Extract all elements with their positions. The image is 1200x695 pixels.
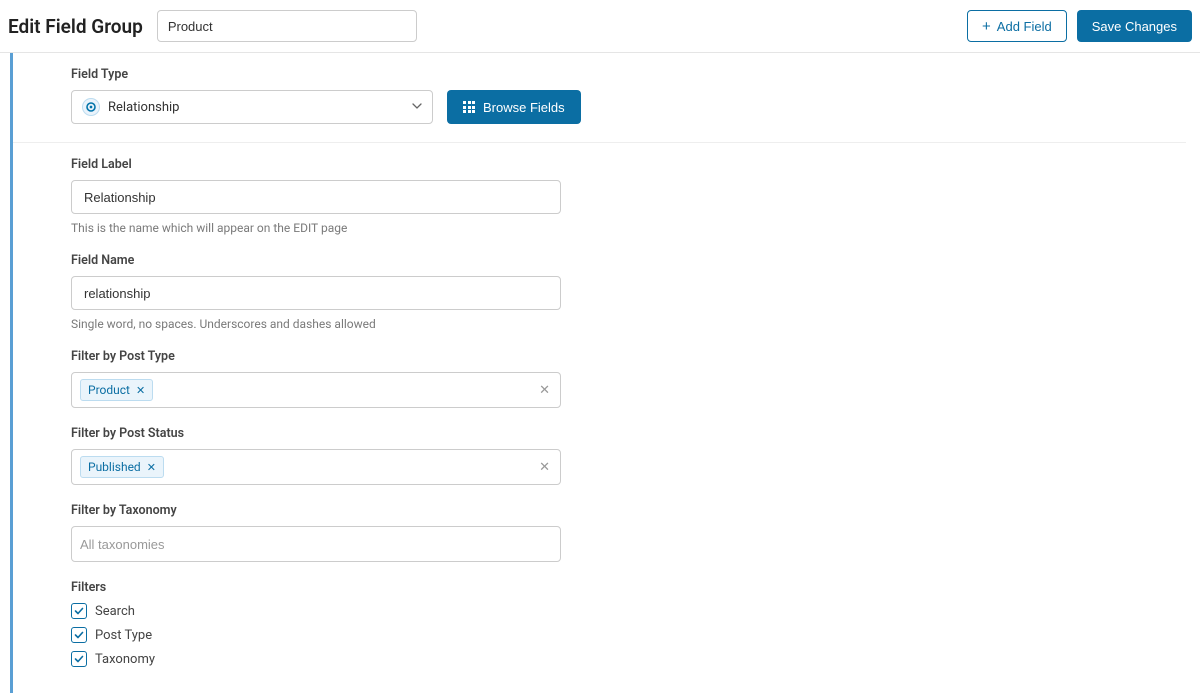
clear-post-type-icon[interactable]: ✕ — [539, 383, 550, 398]
field-type-selected: Relationship — [108, 100, 404, 115]
save-changes-label: Save Changes — [1092, 19, 1177, 34]
filter-taxonomy-placeholder[interactable] — [80, 537, 552, 552]
add-field-button[interactable]: + Add Field — [967, 10, 1067, 42]
field-label-input[interactable] — [71, 180, 561, 214]
chevron-down-icon — [412, 101, 422, 114]
field-name-input[interactable] — [71, 276, 561, 310]
remove-tag-icon[interactable]: ✕ — [147, 461, 156, 474]
filter-post-status-label: Filter by Post Status — [71, 426, 1186, 441]
filter-item-label: Search — [95, 604, 135, 619]
filter-check-taxonomy: Taxonomy — [71, 651, 1186, 667]
filter-item-label: Taxonomy — [95, 652, 155, 667]
browse-fields-button[interactable]: Browse Fields — [447, 90, 581, 124]
checkbox-post-type[interactable] — [71, 627, 87, 643]
filter-post-status-input[interactable]: Published ✕ ✕ — [71, 449, 561, 485]
filter-post-status-section: Filter by Post Status Published ✕ ✕ — [13, 416, 1186, 493]
filter-check-post-type: Post Type — [71, 627, 1186, 643]
filter-taxonomy-input[interactable] — [71, 526, 561, 562]
filter-post-type-label: Filter by Post Type — [71, 349, 1186, 364]
group-name-input[interactable] — [157, 10, 417, 42]
tag-label: Published — [88, 460, 141, 474]
page-title: Edit Field Group — [8, 15, 143, 38]
tag-post-status: Published ✕ — [80, 456, 164, 478]
grid-icon — [463, 101, 475, 113]
filter-item-label: Post Type — [95, 628, 152, 643]
field-type-section: Field Type Relationship — [13, 53, 1186, 143]
browse-fields-label: Browse Fields — [483, 100, 565, 115]
tag-post-type: Product ✕ — [80, 379, 153, 401]
field-name-heading: Field Name — [71, 253, 1186, 268]
field-type-label: Field Type — [71, 67, 1186, 82]
field-label-heading: Field Label — [71, 157, 1186, 172]
field-name-help: Single word, no spaces. Underscores and … — [71, 317, 1186, 331]
filter-post-type-section: Filter by Post Type Product ✕ ✕ — [13, 339, 1186, 416]
header-actions: + Add Field Save Changes — [967, 10, 1192, 42]
remove-tag-icon[interactable]: ✕ — [136, 384, 145, 397]
filter-post-type-input[interactable]: Product ✕ ✕ — [71, 372, 561, 408]
add-field-label: Add Field — [997, 19, 1052, 34]
filters-section: Filters Search Post Type Taxonomy — [13, 570, 1186, 693]
field-label-section: Field Label This is the name which will … — [13, 143, 1186, 243]
filter-taxonomy-section: Filter by Taxonomy — [13, 493, 1186, 570]
field-label-help: This is the name which will appear on th… — [71, 221, 1186, 235]
save-changes-button[interactable]: Save Changes — [1077, 10, 1192, 42]
relationship-type-icon — [82, 98, 100, 116]
checkbox-taxonomy[interactable] — [71, 651, 87, 667]
field-type-select[interactable]: Relationship — [71, 90, 433, 124]
field-name-section: Field Name Single word, no spaces. Under… — [13, 243, 1186, 339]
clear-post-status-icon[interactable]: ✕ — [539, 460, 550, 475]
plus-icon: + — [982, 19, 991, 34]
filters-heading: Filters — [71, 580, 1186, 595]
filter-check-search: Search — [71, 603, 1186, 619]
header: Edit Field Group + Add Field Save Change… — [0, 0, 1200, 53]
tag-label: Product — [88, 383, 130, 397]
checkbox-search[interactable] — [71, 603, 87, 619]
filter-taxonomy-label: Filter by Taxonomy — [71, 503, 1186, 518]
